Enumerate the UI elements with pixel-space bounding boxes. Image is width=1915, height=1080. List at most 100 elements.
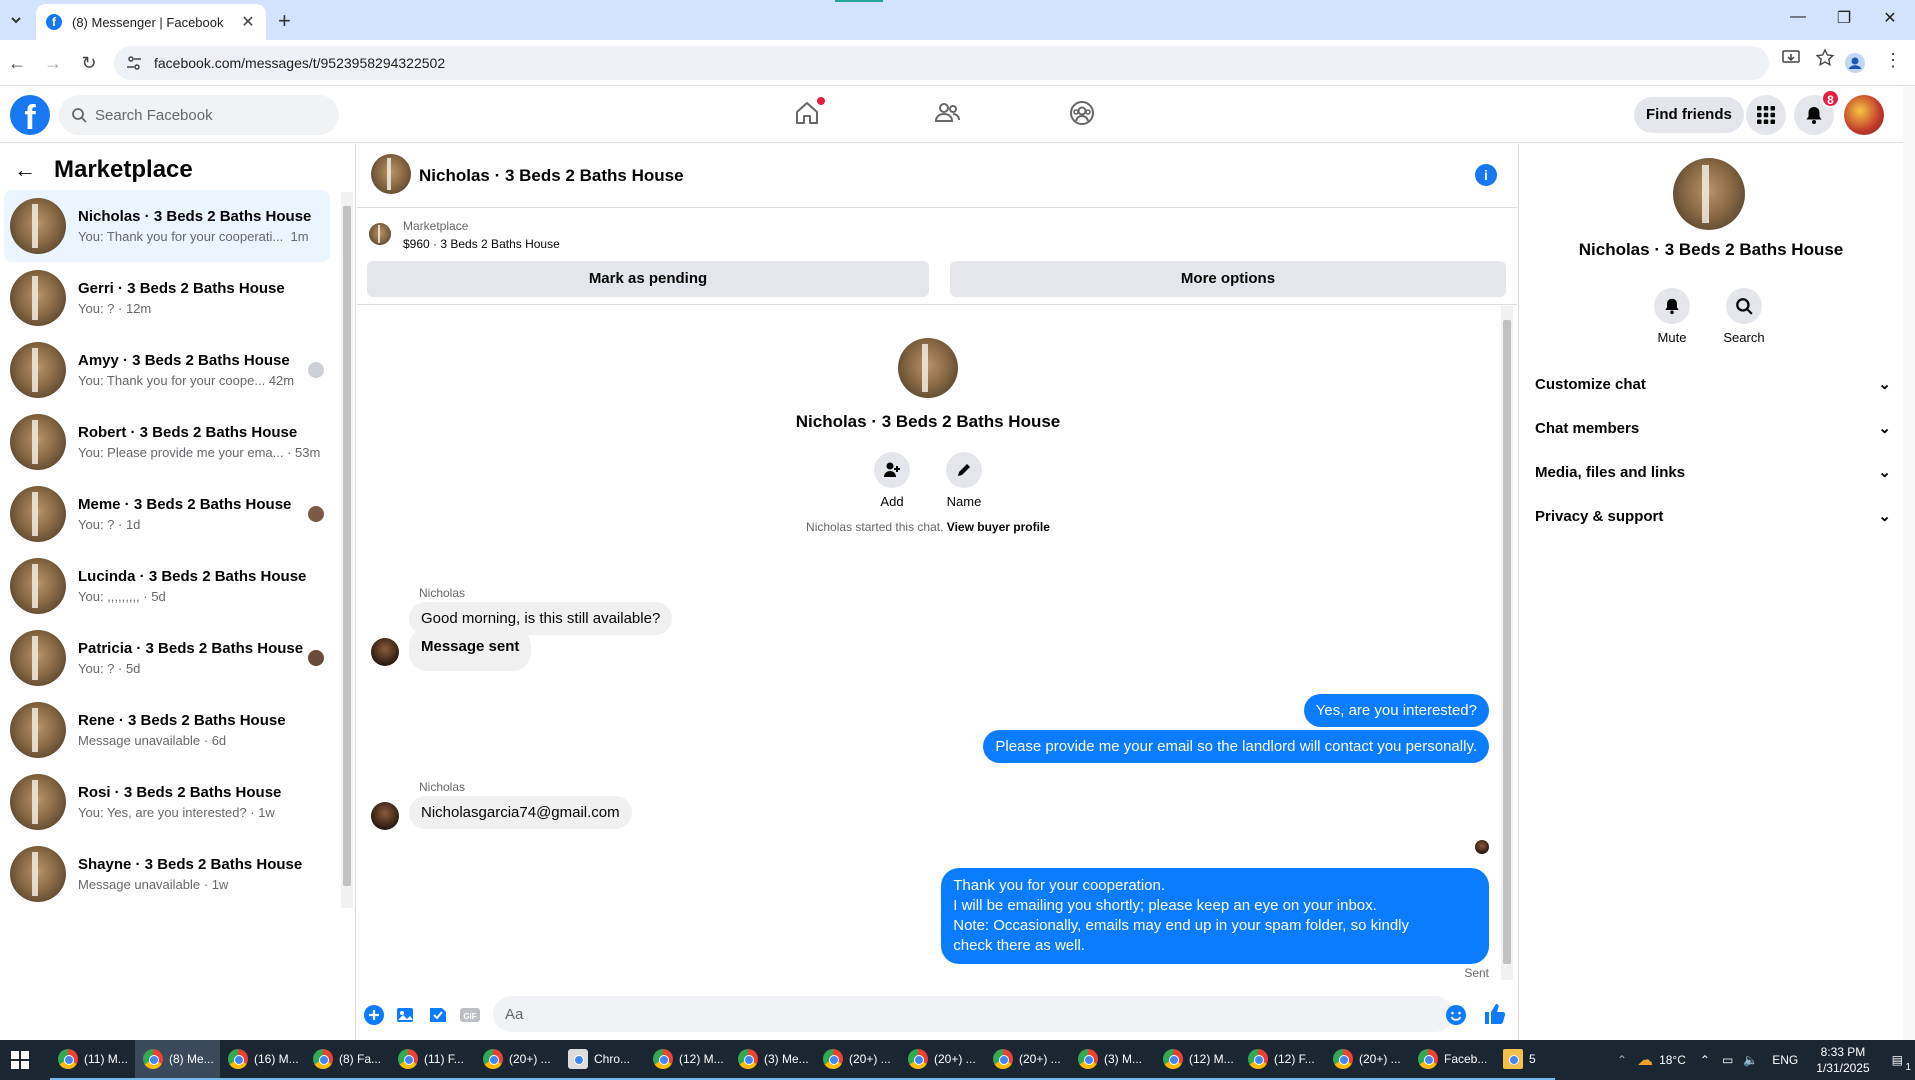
emoji-icon[interactable]	[1445, 1004, 1467, 1026]
details-avatar[interactable]	[1673, 158, 1745, 230]
forward-button[interactable]: →	[42, 52, 64, 74]
search-in-chat-button[interactable]: Search	[1714, 288, 1774, 345]
incoming-message[interactable]: Nicholasgarcia74@gmail.com	[409, 796, 632, 829]
restore-button[interactable]: ❐	[1821, 8, 1867, 28]
start-button[interactable]	[0, 1040, 40, 1080]
reload-button[interactable]: ↻	[78, 52, 100, 74]
facebook-logo[interactable]: f	[10, 95, 50, 135]
conversation-item-amyy[interactable]: Amyy · 3 Beds 2 Baths House You: Thank yo…	[4, 334, 330, 406]
volume-icon[interactable]: 🔈	[1743, 1053, 1758, 1067]
sender-avatar[interactable]	[371, 638, 399, 666]
info-icon[interactable]: i	[1475, 164, 1497, 186]
media-files-links-item[interactable]: Media, files and links ⌄	[1535, 450, 1891, 494]
facebook-search-box[interactable]	[59, 95, 339, 135]
back-arrow-icon[interactable]: ←	[14, 157, 36, 183]
bookmark-star-icon[interactable]	[1815, 48, 1835, 68]
conversation-item-meme[interactable]: Meme · 3 Beds 2 Baths House You: ? · 1d	[4, 478, 330, 550]
privacy-support-item[interactable]: Privacy & support ⌄	[1535, 494, 1891, 538]
photo-icon[interactable]	[395, 1004, 417, 1026]
friends-icon[interactable]	[933, 99, 965, 131]
chevron-up-icon[interactable]: ⌃	[1700, 1053, 1710, 1067]
taskbar-item[interactable]: (20+) ...	[815, 1040, 900, 1080]
notifications-button[interactable]: 8	[1794, 89, 1840, 135]
weather-icon[interactable]: ☁	[1637, 1050, 1653, 1070]
taskbar-item[interactable]: (20+) ...	[900, 1040, 985, 1080]
sender-avatar[interactable]	[371, 802, 399, 830]
page-scrollbar[interactable]	[1903, 87, 1915, 1040]
taskbar-item[interactable]: (3) M...	[1070, 1040, 1155, 1080]
listing-price[interactable]: $960 · 3 Beds 2 Baths House	[403, 237, 560, 251]
conversation-item-lucinda[interactable]: Lucinda · 3 Beds 2 Baths House You: ,,,,,…	[4, 550, 330, 622]
browser-profile-icon[interactable]	[1844, 52, 1866, 74]
conversation-item-robert[interactable]: Robert · 3 Beds 2 Baths House You: Please…	[4, 406, 330, 478]
mark-as-pending-button[interactable]: Mark as pending	[367, 261, 929, 297]
facebook-search-input[interactable]	[95, 106, 315, 124]
outgoing-message[interactable]: Yes, are you interested?	[1303, 694, 1489, 727]
taskbar-item[interactable]: 5	[1495, 1040, 1555, 1080]
customize-chat-item[interactable]: Customize chat ⌄	[1535, 362, 1891, 406]
chat-title[interactable]: Nicholas · 3 Beds 2 Baths House	[419, 166, 684, 186]
taskbar-item[interactable]: (3) Me...	[730, 1040, 815, 1080]
account-avatar[interactable]	[1844, 95, 1884, 135]
action-center-button[interactable]: ▤ 1	[1892, 1053, 1911, 1073]
url-field[interactable]: facebook.com/messages/t/9523958294322502	[114, 46, 1769, 80]
menu-grid-button[interactable]	[1746, 95, 1786, 135]
sidebar-scrollbar[interactable]	[341, 192, 353, 908]
message-sent-notice[interactable]: Message sent	[409, 628, 532, 671]
language-indicator[interactable]: ENG	[1772, 1053, 1798, 1067]
message-input[interactable]	[493, 996, 1453, 1032]
listing-thumbnail[interactable]	[369, 223, 391, 245]
chat-avatar[interactable]	[371, 154, 411, 194]
conversation-item-rosi[interactable]: Rosi · 3 Beds 2 Baths House You: Yes, are…	[4, 766, 330, 838]
more-options-button[interactable]: More options	[950, 261, 1506, 297]
taskbar-item[interactable]: Faceb...	[1410, 1040, 1495, 1080]
tray-scroll-icon[interactable]: ⌃	[1617, 1053, 1627, 1067]
taskbar-item[interactable]: (11) F...	[390, 1040, 475, 1080]
add-button[interactable]: Add	[862, 452, 922, 509]
taskbar-item-active[interactable]: (8) Me...	[135, 1040, 220, 1080]
install-app-icon[interactable]	[1781, 48, 1801, 68]
taskbar-item[interactable]: (12) M...	[645, 1040, 730, 1080]
browser-menu-icon[interactable]: ⋮	[1884, 50, 1902, 71]
thumbs-up-icon[interactable]	[1483, 1002, 1507, 1026]
tab-search-chevron-icon[interactable]	[6, 10, 26, 30]
groups-icon[interactable]	[1068, 99, 1100, 131]
taskbar-item[interactable]: (20+) ...	[985, 1040, 1070, 1080]
chat-members-item[interactable]: Chat members ⌄	[1535, 406, 1891, 450]
minimize-button[interactable]: —	[1775, 8, 1821, 26]
new-tab-button[interactable]: +	[278, 8, 291, 34]
conversation-item-nicholas[interactable]: Nicholas · 3 Beds 2 Baths House You: Than…	[4, 190, 330, 262]
find-friends-button[interactable]: Find friends	[1634, 97, 1744, 133]
outgoing-message[interactable]: Please provide me your email so the land…	[983, 730, 1489, 763]
back-button[interactable]: ←	[6, 52, 28, 74]
browser-tab-active[interactable]: f (8) Messenger | Facebook ✕	[36, 4, 266, 40]
taskbar-item[interactable]: (20+) ...	[475, 1040, 560, 1080]
close-window-button[interactable]: ✕	[1867, 8, 1913, 28]
scrollbar-thumb[interactable]	[343, 206, 351, 886]
weather-temp[interactable]: 18°C	[1659, 1053, 1686, 1067]
clock[interactable]: 8:33 PM 1/31/2025	[1816, 1044, 1869, 1076]
home-icon[interactable]	[793, 97, 825, 131]
view-buyer-profile-link[interactable]: View buyer profile	[947, 520, 1050, 534]
taskbar-item[interactable]: (11) M...	[50, 1040, 135, 1080]
plus-circle-icon[interactable]	[363, 1004, 385, 1026]
taskbar-item[interactable]: Chro...	[560, 1040, 645, 1080]
name-button[interactable]: Name	[934, 452, 994, 509]
taskbar-item[interactable]: (20+) ...	[1325, 1040, 1410, 1080]
mute-button[interactable]: Mute	[1642, 288, 1702, 345]
taskbar-item[interactable]: (12) M...	[1155, 1040, 1240, 1080]
conversation-item-gerri[interactable]: Gerri · 3 Beds 2 Baths House You: ? · 12m	[4, 262, 330, 334]
conversation-item-shayne[interactable]: Shayne · 3 Beds 2 Baths House Message una…	[4, 838, 330, 910]
taskbar-item[interactable]: (8) Fa...	[305, 1040, 390, 1080]
gif-icon[interactable]: GIF	[459, 1004, 481, 1026]
thread-scrollbar[interactable]	[1501, 306, 1513, 980]
tab-close-icon[interactable]: ✕	[240, 12, 256, 32]
scrollbar-thumb[interactable]	[1503, 320, 1511, 964]
site-settings-icon[interactable]	[126, 55, 142, 71]
sticker-icon[interactable]	[427, 1004, 449, 1026]
conversation-item-patricia[interactable]: Patricia · 3 Beds 2 Baths House You: ? · …	[4, 622, 330, 694]
outgoing-message-long[interactable]: Thank you for your cooperation. I will b…	[941, 868, 1489, 964]
conversation-item-rene[interactable]: Rene · 3 Beds 2 Baths House Message unava…	[4, 694, 330, 766]
taskbar-item[interactable]: (12) F...	[1240, 1040, 1325, 1080]
network-icon[interactable]: ▭	[1722, 1053, 1733, 1067]
